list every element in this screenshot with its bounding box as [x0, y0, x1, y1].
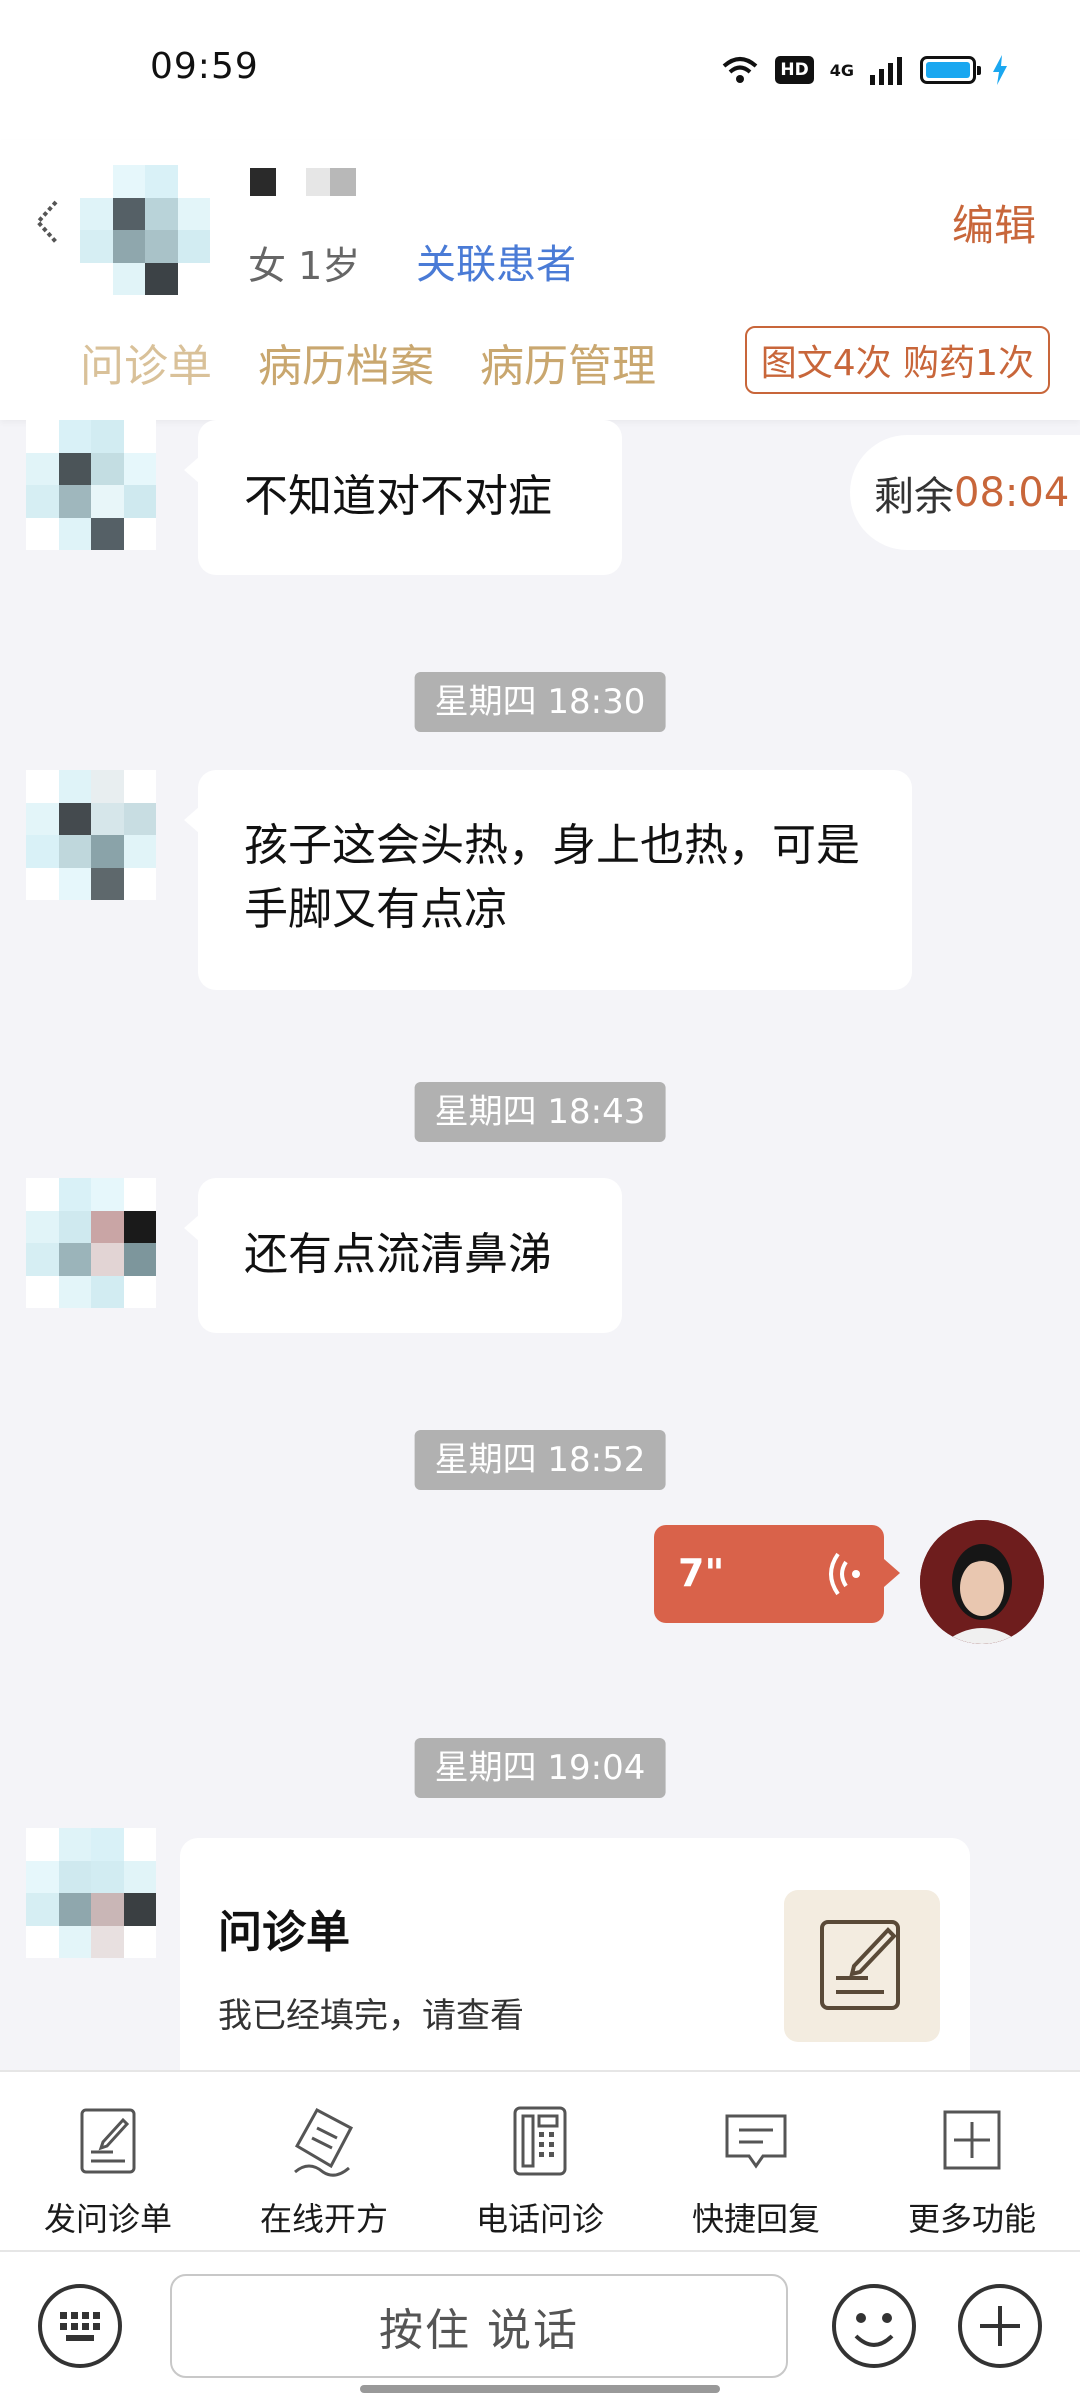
- remaining-time-badge: 剩余 08:04: [850, 435, 1080, 550]
- patient-avatar[interactable]: [26, 770, 156, 900]
- doctor-avatar[interactable]: [920, 1520, 1044, 1644]
- keyboard-icon[interactable]: [36, 2282, 124, 2370]
- phone-consult-button[interactable]: 电话问诊: [432, 2072, 648, 2250]
- quick-reply-icon: [725, 2114, 787, 2169]
- message-text: 孩子这会头热，身上也热，可是手脚又有点凉: [244, 820, 860, 935]
- tab-records-management[interactable]: 病历管理: [480, 330, 656, 394]
- patient-avatar[interactable]: [80, 165, 210, 295]
- patient-meta: 女 1岁: [248, 244, 361, 288]
- status-time: 09:59: [150, 46, 259, 87]
- patient-avatar[interactable]: [26, 420, 156, 550]
- network-type: 4G: [829, 60, 854, 80]
- tool-label: 在线开方: [259, 2200, 388, 2238]
- hd-badge: HD: [775, 56, 814, 84]
- form-document-icon: [784, 1890, 940, 2042]
- doctor-photo: [920, 1520, 1044, 1644]
- status-bar: 09:59 HD 4G: [0, 0, 1080, 140]
- prescription-icon: [294, 2107, 354, 2177]
- hold-to-talk-button[interactable]: 按住 说话: [170, 2274, 788, 2378]
- edit-button[interactable]: 编辑: [952, 192, 1036, 253]
- charging-icon: [993, 55, 1007, 85]
- home-indicator[interactable]: [360, 2385, 720, 2393]
- tool-label: 更多功能: [907, 2200, 1036, 2238]
- emoji-icon[interactable]: [830, 2282, 918, 2370]
- plus-square-icon: [943, 2110, 1001, 2170]
- quota-badge[interactable]: 图文4次 购药1次: [744, 326, 1050, 394]
- chat-header: 女 1岁 关联患者 编辑 问诊单 病历档案 病历管理 图文4次 购药1次: [0, 140, 1080, 420]
- message-bubble[interactable]: 不知道对不对症: [184, 420, 622, 575]
- form-edit-icon: [80, 2108, 136, 2174]
- voice-duration: 7": [678, 1551, 725, 1595]
- consult-form-card[interactable]: 问诊单 我已经填完，请查看: [180, 1838, 970, 2070]
- battery-icon: [920, 56, 981, 84]
- message-text: 还有点流清鼻涕: [244, 1229, 552, 1280]
- phone-icon: [513, 2106, 567, 2176]
- more-functions-button[interactable]: 更多功能: [864, 2072, 1080, 2250]
- tool-label: 发问诊单: [43, 2200, 172, 2238]
- patient-name-redacted: [250, 168, 400, 202]
- voice-message-bubble[interactable]: 7": [654, 1525, 900, 1623]
- send-consult-form-button[interactable]: 发问诊单: [0, 2072, 216, 2250]
- remaining-label: 剩余: [874, 473, 954, 520]
- patient-avatar[interactable]: [26, 1178, 156, 1308]
- timestamp: 星期四 19:04: [414, 1738, 666, 1798]
- online-prescription-button[interactable]: 在线开方: [216, 2072, 432, 2250]
- timestamp: 星期四 18:30: [414, 672, 666, 732]
- patient-avatar[interactable]: [26, 1828, 156, 1958]
- plus-icon[interactable]: [956, 2282, 1044, 2370]
- status-icons: HD 4G: [721, 50, 1008, 90]
- message-bubble[interactable]: 还有点流清鼻涕: [184, 1178, 622, 1333]
- card-title: 问诊单: [218, 1907, 350, 1958]
- message-bubble[interactable]: 孩子这会头热，身上也热，可是手脚又有点凉: [184, 770, 912, 990]
- header-tabs: 问诊单 病历档案 病历管理: [80, 330, 656, 394]
- tool-label: 快捷回复: [691, 2200, 820, 2238]
- remaining-countdown: 08:04: [954, 469, 1070, 516]
- back-arrow-icon[interactable]: [26, 192, 76, 252]
- tab-consult-form[interactable]: 问诊单: [80, 330, 212, 394]
- input-bar: 按住 说话: [0, 2250, 1080, 2400]
- wifi-icon: [723, 57, 758, 83]
- timestamp: 星期四 18:43: [414, 1082, 666, 1142]
- voice-wave-icon: [829, 1552, 860, 1596]
- action-toolbar: 发问诊单 在线开方 电话问诊 快捷回复 更多功能: [0, 2070, 1080, 2250]
- card-subtitle: 我已经填完，请查看: [218, 1996, 524, 2036]
- tab-medical-records[interactable]: 病历档案: [258, 330, 434, 394]
- quick-reply-button[interactable]: 快捷回复: [648, 2072, 864, 2250]
- tool-label: 电话问诊: [475, 2200, 604, 2238]
- chat-area[interactable]: 不知道对不对症 剩余 08:04 星期四 18:30 孩子这会头热，身上也热，可是…: [0, 420, 1080, 2070]
- timestamp: 星期四 18:52: [414, 1430, 666, 1490]
- link-patient-button[interactable]: 关联患者: [416, 232, 576, 290]
- signal-icon: [870, 57, 902, 85]
- message-text: 不知道对不对症: [244, 471, 552, 522]
